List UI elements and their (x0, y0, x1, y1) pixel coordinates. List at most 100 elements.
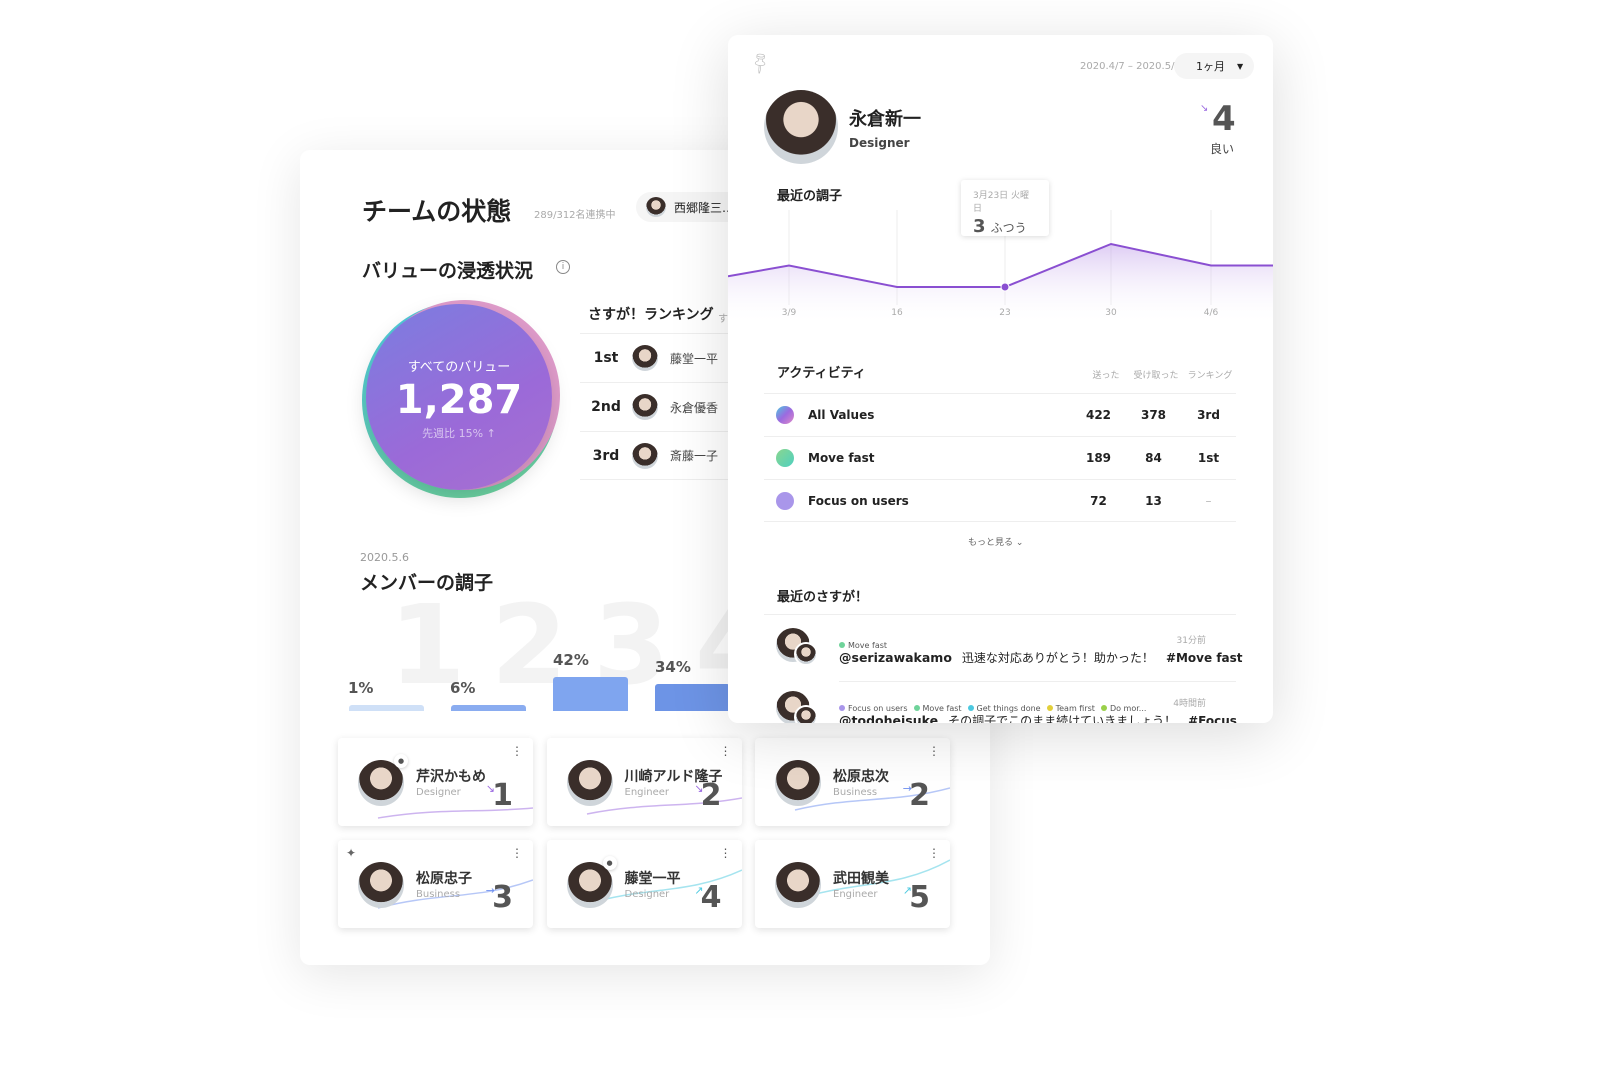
member-score: 4 (700, 880, 722, 915)
bar-percent-label: 1% (348, 679, 374, 697)
more-menu-icon[interactable]: ⋮ (720, 846, 732, 860)
col-received: 受け取った (1133, 371, 1179, 381)
bar-percent-label: 6% (450, 679, 476, 697)
post-time: 31分前 (1176, 636, 1206, 646)
profile-name: 永倉新一 (849, 109, 921, 130)
condition-bar[interactable] (553, 677, 628, 711)
tooltip-label: ふつう (990, 221, 1027, 235)
ranking-title: さすが！ランキング (588, 307, 714, 323)
period-dropdown[interactable]: 1ヶ月 ▼ (1174, 53, 1254, 79)
condition-date: 2020.5.6 (360, 551, 409, 564)
avatar (775, 862, 821, 908)
date-range: 2020.4/7 – 2020.5/6 (1080, 61, 1181, 72)
mention-user[interactable]: @serizawakamo (839, 650, 952, 665)
chart-point[interactable] (1000, 282, 1010, 292)
sent-count: 72 (1090, 493, 1107, 508)
rank-name: 藤堂一平 (670, 351, 719, 366)
received-count: 378 (1140, 408, 1167, 422)
member-card[interactable]: ⋮ 武田観美 Engineer ↗ 5 (755, 840, 950, 928)
value-label: Move fast (808, 451, 875, 465)
activity-row[interactable]: All Values 422 378 3rd (764, 393, 1236, 436)
avatar (566, 760, 613, 806)
member-card[interactable]: ⋮ 川崎アルド隆子 Engineer ↘ 2 (546, 738, 742, 826)
value-color-dot (776, 491, 794, 510)
comment-icon: ● (602, 856, 617, 870)
hashtag[interactable]: #Focus (1188, 714, 1237, 723)
member-name: 芹沢かもめ (416, 769, 486, 785)
receiver-avatar (794, 705, 818, 723)
user-chip-label: 西郷隆三… (674, 200, 735, 215)
activity-row[interactable]: Focus on users 72 13 – (764, 479, 1236, 522)
member-score: 1 (492, 778, 513, 813)
message-text: 迅速な対応ありがとう！助かった！ (961, 651, 1154, 665)
receiver-avatar (794, 642, 818, 666)
chart-tooltip: 3月23日 火曜日 3 ふつう (961, 180, 1049, 237)
more-menu-icon[interactable]: ⋮ (511, 744, 523, 758)
profile-role: Designer (849, 136, 910, 150)
mention-user[interactable]: @todoheisuke (839, 713, 938, 723)
tag-dot (967, 705, 974, 711)
post-time: 4時間前 (1173, 699, 1206, 709)
bar-percent-label: 34% (655, 657, 691, 676)
sent-count: 189 (1085, 451, 1112, 465)
member-card[interactable]: ⋮ ● 芹沢かもめ Designer ↘ 1 (338, 738, 533, 826)
caret-down-icon: ▼ (1237, 61, 1244, 71)
pin-icon[interactable]: ✦ (346, 846, 356, 860)
condition-bar[interactable] (349, 705, 424, 711)
info-icon[interactable]: i (556, 260, 570, 274)
more-menu-icon[interactable]: ⋮ (928, 744, 940, 758)
value-rank: 1st (1197, 451, 1220, 465)
more-menu-icon[interactable]: ⋮ (511, 846, 523, 860)
member-score: 2 (909, 778, 930, 813)
pin-icon[interactable]: 📌︎ (746, 49, 774, 77)
member-card[interactable]: ⋮ ● 藤堂一平 Designer ↗ 4 (546, 840, 742, 928)
member-card[interactable]: ⋮ 松原忠次 Business → 2 (755, 738, 950, 826)
col-ranking: ランキング (1187, 371, 1233, 381)
rank-pos: 1st (593, 350, 619, 366)
avatar (632, 442, 658, 469)
condition-bar-chart: 11%26%342%434% (348, 581, 772, 711)
value-color-dot (776, 406, 794, 424)
avatar (646, 197, 666, 217)
condition-bar[interactable] (451, 705, 526, 711)
avatar (358, 862, 404, 908)
values-title: バリューの浸透状況 (362, 260, 534, 282)
all-values-circle[interactable]: すべてのバリュー 1,287 先週比 15% ↑ (366, 304, 552, 490)
circle-value: 1,287 (395, 377, 523, 423)
tag-dot (839, 642, 845, 648)
member-name: 松原忠子 (416, 871, 472, 887)
profile-score: 4 (1212, 99, 1236, 139)
recent-title: 最近のさすが！ (777, 590, 869, 605)
recent-item[interactable]: Move fast 31分前 @serizawakamo 迅速な対応ありがとう！助かっ… (764, 625, 1243, 685)
member-name: 武田観美 (833, 871, 889, 887)
profile-score-label: 良い (1210, 142, 1235, 156)
member-role: Engineer (624, 787, 670, 798)
ranking-more-link[interactable]: す (718, 310, 728, 325)
hashtag[interactable]: #Move fast (1166, 651, 1243, 665)
more-menu-icon[interactable]: ⋮ (928, 846, 940, 860)
tag-dot (839, 705, 845, 711)
activity-row[interactable]: Move fast 189 84 1st (764, 436, 1236, 479)
tooltip-date: 3月23日 火曜日 (973, 191, 1030, 214)
comment-icon: ● (394, 754, 408, 768)
tooltip-value: 3 (973, 216, 986, 237)
avatar (632, 345, 658, 371)
member-card[interactable]: ⋮ ✦ 松原忠子 Business → 3 (338, 840, 533, 928)
x-tick-label: 4/6 (1204, 308, 1219, 318)
message-line: @serizawakamo 迅速な対応ありがとう！助かった！ #Move fast (839, 649, 1243, 666)
show-more-button[interactable]: もっと見る ⌄ (968, 535, 1023, 548)
x-tick-label: 30 (1105, 308, 1117, 318)
value-color-dot (776, 449, 794, 467)
member-name: 松原忠次 (833, 769, 889, 785)
circle-delta: 先週比 15% ↑ (422, 427, 496, 440)
avatar (775, 760, 821, 806)
member-detail-panel: 📌︎ 2020.4/7 – 2020.5/6 1ヶ月 ▼ 永倉新一 Designe… (728, 35, 1273, 723)
member-role: Business (416, 889, 461, 900)
linked-count: 289/312名連携中 (534, 210, 616, 221)
condition-bar[interactable] (655, 683, 730, 711)
message-text: その調子でこのまま続けていきましょう！ (948, 714, 1177, 723)
member-role: Designer (416, 787, 461, 798)
more-menu-icon[interactable]: ⋮ (720, 744, 732, 758)
member-role: Engineer (833, 889, 878, 900)
recent-item[interactable]: Focus on users Move fast Get things done Te… (764, 688, 1237, 723)
